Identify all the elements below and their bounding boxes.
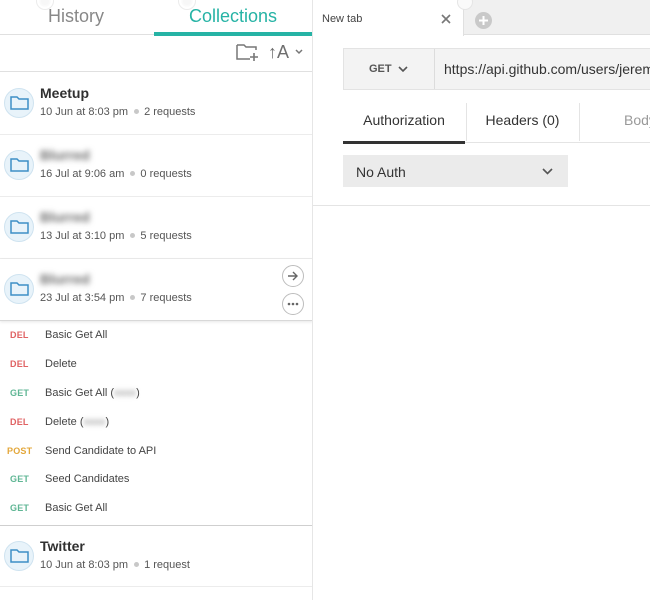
collection-name: Blurred [40,271,90,287]
new-collection-button[interactable] [236,42,260,64]
collection-meta: 10 Jun at 8:03 pm 1 request [40,559,190,571]
method-badge: DEL [10,330,29,340]
request-tab[interactable]: New tab [313,0,473,36]
tab-bar: New tab [313,0,650,36]
collection-meta: 16 Jul at 9:06 am 0 requests [40,168,192,180]
tab-history-label: History [47,6,104,26]
sidebar-tabs: History Collections [0,0,312,36]
request-builder: New tab GET Authorization Headers (0) [313,0,650,600]
method-select[interactable]: GET [344,49,434,89]
collection-count: 2 requests [144,106,196,118]
folder-icon [4,274,34,304]
request-name: Basic Get All (xxxx) [45,387,140,399]
request-item[interactable]: DEL Basic Get All [0,322,312,351]
folder-icon [4,541,34,571]
arrow-right-icon [288,271,298,281]
request-item[interactable]: POST Send Candidate to API [0,438,312,467]
request-name: Seed Candidates [45,473,130,485]
collection-count: 0 requests [140,168,192,180]
new-tab-button[interactable] [475,12,492,29]
method-badge: GET [10,474,30,484]
method-select-value: GET [369,63,392,75]
collection-item[interactable]: Blurred 16 Jul at 9:06 am 0 requests [0,135,312,197]
request-item[interactable]: DEL Delete [0,351,312,380]
method-badge: DEL [10,417,29,427]
collection-date: 13 Jul at 3:10 pm [40,230,125,242]
tab-collections[interactable]: Collections [154,0,312,36]
collection-name: Twitter [40,538,85,554]
collection-count: 7 requests [140,292,192,304]
request-item[interactable]: GET Seed Candidates [0,466,312,495]
plus-icon [479,16,488,25]
collection-item[interactable]: Twitter 10 Jun at 8:03 pm 1 request [0,525,312,587]
request-name: Delete (xxxx) [45,416,110,428]
method-badge: DEL [10,359,29,369]
collection-count: 5 requests [140,230,192,242]
collection-date: 16 Jul at 9:06 am [40,168,125,180]
auth-type-value: No Auth [356,164,406,180]
sidebar-toolbar: ↑A [0,35,312,72]
request-name: Basic Get All [45,502,108,514]
folder-icon [4,150,34,180]
request-tabs: Authorization Headers (0) Body [343,103,650,144]
sidebar: History Collections ↑A Meetup 10 Jun at … [0,0,313,600]
folder-icon [4,212,34,242]
close-icon [441,14,451,24]
tab-headers[interactable]: Headers (0) [466,103,578,141]
collection-item[interactable]: Blurred 23 Jul at 3:54 pm 7 requests [0,259,312,321]
request-tab-title: New tab [322,13,363,25]
auth-type-select[interactable]: No Auth [343,155,568,187]
collection-count: 1 request [144,559,190,571]
collection-meta: 10 Jun at 8:03 pm 2 requests [40,106,195,118]
divider [313,205,650,206]
method-badge: POST [7,446,33,456]
collection-date: 10 Jun at 8:03 pm [40,106,129,118]
chevron-down-icon [295,49,303,55]
collection-name: Meetup [40,85,89,101]
collection-name: Blurred [40,147,90,163]
sort-icon: ↑A [268,42,290,62]
collection-date: 10 Jun at 8:03 pm [40,559,129,571]
tab-indicator-icon [457,0,473,10]
new-folder-icon [236,44,258,61]
more-icon [287,302,299,306]
collection-meta: 13 Jul at 3:10 pm 5 requests [40,230,192,242]
collection-date: 23 Jul at 3:54 pm [40,292,125,304]
sort-button[interactable]: ↑A [268,42,306,64]
method-badge: GET [10,388,30,398]
collection-item[interactable]: Blurred 13 Jul at 3:10 pm 5 requests [0,197,312,259]
request-name: Send Candidate to API [45,445,157,457]
tab-body[interactable]: Body [579,103,650,141]
url-input[interactable] [435,49,650,89]
collection-meta: 23 Jul at 3:54 pm 7 requests [40,292,192,304]
url-bar: GET [343,48,650,90]
close-tab-button[interactable] [439,12,453,26]
method-badge: GET [10,503,30,513]
request-name: Delete [45,358,77,370]
collection-name: Blurred [40,209,90,225]
run-collection-button[interactable] [282,265,304,287]
request-name: Basic Get All [45,329,108,341]
request-item[interactable]: DEL Delete (xxxx) [0,409,312,438]
collection-item[interactable]: Meetup 10 Jun at 8:03 pm 2 requests [0,73,312,135]
chevron-down-icon [542,168,553,175]
tab-authorization[interactable]: Authorization [343,103,465,144]
request-item[interactable]: GET Basic Get All (xxxx) [0,380,312,409]
folder-icon [4,88,34,118]
chevron-down-icon [398,66,408,73]
collection-more-button[interactable] [282,293,304,315]
request-item[interactable]: GET Basic Get All [0,495,312,524]
tab-collections-label: Collections [188,6,278,26]
tab-history[interactable]: History [0,0,152,35]
